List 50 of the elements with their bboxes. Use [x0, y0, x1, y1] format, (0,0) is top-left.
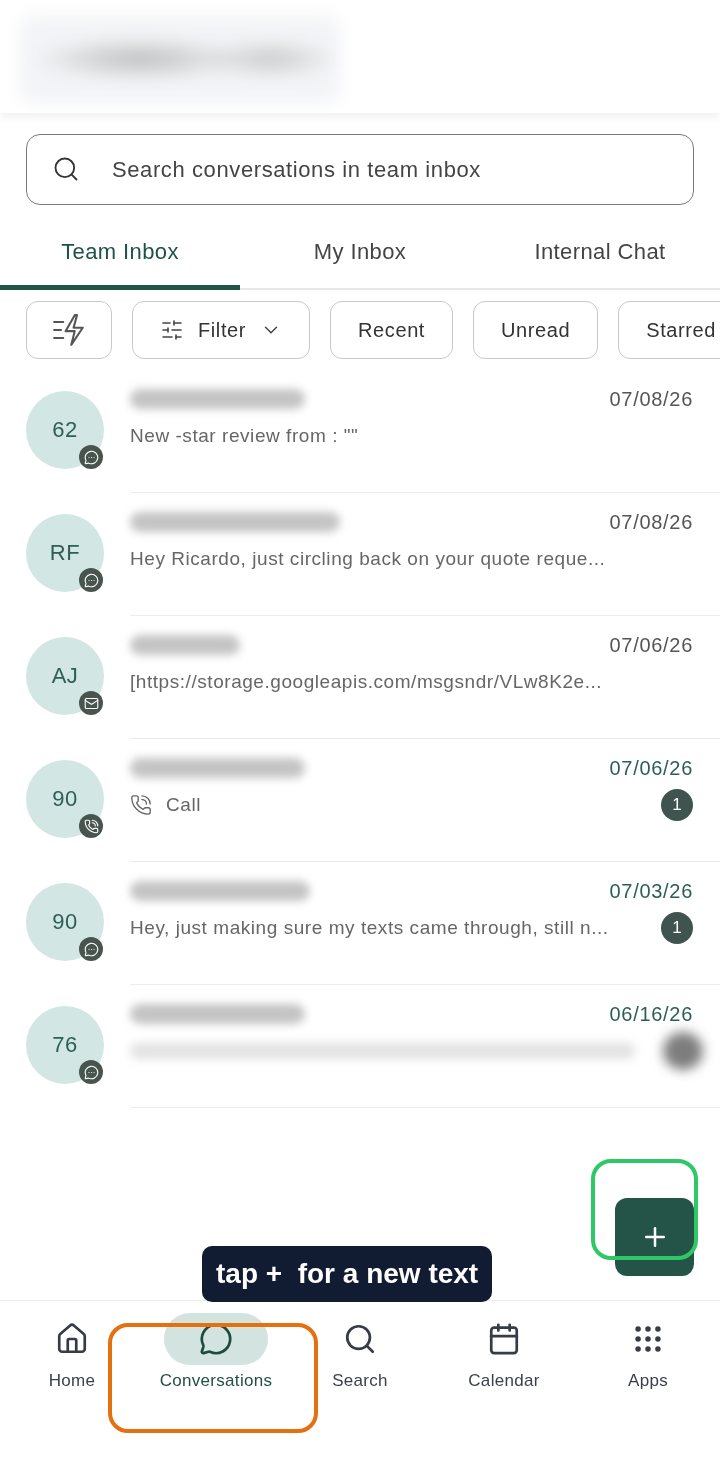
unread-count: 1 [661, 912, 693, 944]
message-preview: [https://storage.googleapis.com/msgsndr/VLw8K2e... [130, 671, 603, 693]
nav-item[interactable]: Search [308, 1301, 412, 1391]
message-preview: Hey Ricardo, just circling back on your quote reque... [130, 548, 606, 570]
nav-item[interactable]: Apps [596, 1301, 700, 1391]
redacted-badge [663, 1032, 703, 1070]
new-message-button[interactable] [615, 1198, 694, 1276]
message-preview: New -star review from : "" [130, 425, 359, 447]
lightning-icon [53, 314, 85, 346]
chat-icon [79, 1060, 103, 1084]
phone-icon [130, 794, 152, 816]
mail-icon [79, 691, 103, 715]
date-text: 07/08/26 [609, 387, 693, 411]
sliders-icon [160, 318, 184, 342]
avatar: RF [26, 514, 104, 592]
date-text: 07/03/26 [609, 879, 693, 903]
date-text: 07/08/26 [609, 510, 693, 534]
chat-icon [79, 568, 103, 592]
search-icon [343, 1322, 377, 1356]
avatar: 90 [26, 883, 104, 961]
inbox-tab[interactable]: Team Inbox [0, 219, 240, 290]
filter-dropdown[interactable]: Filter [132, 301, 311, 359]
nav-item[interactable]: Calendar [452, 1301, 556, 1391]
date-text: 07/06/26 [609, 756, 693, 780]
lightning-button[interactable] [26, 301, 112, 359]
avatar: AJ [26, 637, 104, 715]
unread-count: 1 [661, 789, 693, 821]
calendar-icon [487, 1322, 521, 1356]
avatar: 62 [26, 391, 104, 469]
inbox-tab[interactable]: My Inbox [240, 219, 480, 290]
filter-chip[interactable]: Recent [330, 301, 454, 359]
message-preview: Call [166, 794, 201, 816]
home-icon [55, 1322, 89, 1356]
avatar: 90 [26, 760, 104, 838]
chat-icon [164, 1313, 268, 1365]
inbox-tab[interactable]: Internal Chat [480, 219, 720, 290]
nav-item[interactable]: Conversations [159, 1301, 273, 1391]
message-preview: Hey, just making sure my texts came through, still n... [130, 917, 609, 939]
nav-item[interactable]: Home [20, 1301, 124, 1391]
filter-chip[interactable]: Starred [618, 301, 720, 359]
avatar: 76 [26, 1006, 104, 1084]
search-icon [52, 155, 80, 183]
chat-icon [79, 445, 103, 469]
search-field[interactable]: Search conversations in team inbox [26, 134, 694, 205]
chat-icon [79, 937, 103, 961]
tooltip: tap + for a new text [202, 1246, 493, 1302]
date-text: 07/06/26 [609, 633, 693, 657]
filter-chip[interactable]: Unread [473, 301, 599, 359]
phone-icon [79, 814, 103, 838]
date-text: 06/16/26 [609, 1002, 693, 1026]
